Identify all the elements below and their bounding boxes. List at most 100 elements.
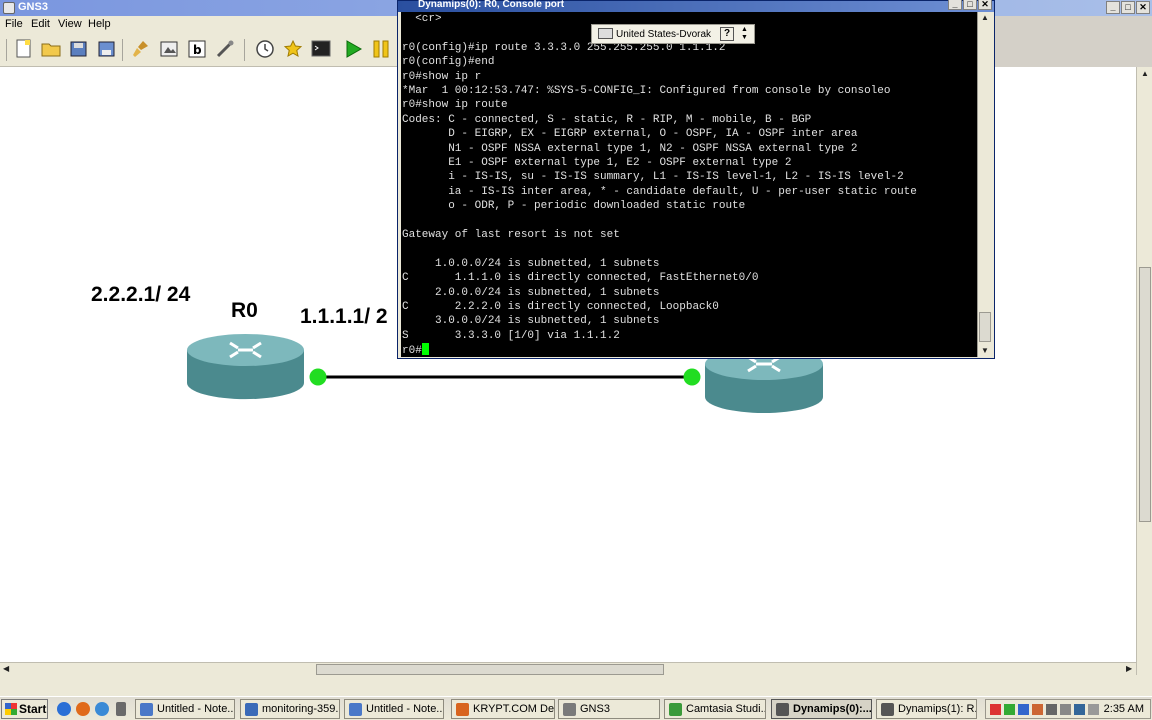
scroll-up-arrow-icon[interactable]: ▲ [1141, 69, 1149, 78]
toolbar-separator [6, 39, 7, 61]
terminal-line: Codes: C - connected, S - static, R - RI… [402, 113, 812, 126]
router-r0-name-label[interactable]: R0 [231, 299, 258, 323]
timer-clock-icon[interactable] [254, 38, 276, 60]
snapshot-icon[interactable] [158, 38, 180, 60]
taskbar-button[interactable]: Dynamips(0):... [771, 699, 872, 719]
terminal-line: r0(config)#end [402, 56, 495, 69]
firefox-quicklaunch-icon[interactable] [76, 702, 90, 716]
tray-shield-icon[interactable] [1074, 704, 1085, 715]
language-bar[interactable]: United States-Dvorak ? ▲ ▼ [591, 24, 755, 44]
tray-alert-icon[interactable] [990, 704, 1001, 715]
taskbar-button-label: Dynamips(0):... [793, 703, 872, 715]
taskbar-clock[interactable]: 2:35 AM [1104, 703, 1144, 715]
clear-brush-icon[interactable] [130, 38, 152, 60]
language-help-icon[interactable]: ? [720, 27, 734, 41]
link-ip-label[interactable]: 1.1.1.1/ 2 [300, 305, 397, 329]
taskbar-app-icon [881, 702, 894, 716]
taskbar-button[interactable]: Untitled - Note... [135, 699, 235, 719]
menu-help[interactable]: Help [88, 18, 111, 30]
terminal-line: 1.0.0.0/24 is subnetted, 1 subnets [402, 257, 660, 270]
router-r0-icon[interactable] [187, 334, 304, 400]
tray-app-icon[interactable] [1004, 704, 1015, 715]
taskbar-button-label: KRYPT.COM De... [473, 703, 555, 715]
new-project-icon[interactable] [13, 38, 35, 60]
terminal-line: r0#show ip r [402, 70, 482, 83]
terminal-line: 3.0.0.0/24 is subnetted, 1 subnets [402, 315, 660, 328]
console-titlebar[interactable]: Dynamips(0): R0, Console port _ □ ✕ [398, 0, 994, 12]
taskbar-button-label: GNS3 [580, 703, 610, 715]
interface-status-up-indicator [309, 368, 327, 386]
canvas-vertical-scrollbar[interactable]: ▲ [1136, 67, 1152, 675]
console-terminal-icon[interactable] [310, 38, 332, 60]
taskbar-button-label: Camtasia Studi... [686, 703, 766, 715]
maximize-button[interactable]: □ [1121, 1, 1135, 14]
start-button[interactable]: Start [1, 699, 48, 719]
taskbar-button[interactable]: Untitled - Note... [344, 699, 444, 719]
taskbar-button[interactable]: monitoring-359... [240, 699, 340, 719]
menu-view[interactable]: View [58, 18, 82, 30]
save-as-icon[interactable] [96, 38, 118, 60]
taskbar-app-icon [776, 702, 789, 716]
taskbar-button-label: Untitled - Note... [157, 703, 235, 715]
menu-file[interactable]: File [5, 18, 23, 30]
desktop: GNS3 _ □ ✕ File Edit View Help b 2.2.2.1… [0, 0, 1152, 720]
taskbar-app-icon [456, 702, 469, 716]
save-icon[interactable] [68, 38, 90, 60]
gns3-window-title: GNS3 [18, 1, 48, 13]
interface-labels-icon[interactable]: b [186, 38, 208, 60]
language-bar-options-icon[interactable]: ▲ ▼ [741, 26, 748, 42]
suspend-all-pause-icon[interactable] [370, 38, 392, 60]
ie-quicklaunch-icon[interactable] [57, 702, 71, 716]
tray-connection-icon[interactable] [1060, 704, 1071, 715]
status-bar [0, 675, 1152, 696]
open-folder-icon[interactable] [40, 38, 62, 60]
taskbar-button[interactable]: Dynamips(1): R... [876, 699, 977, 719]
console-maximize-button[interactable]: □ [963, 0, 977, 10]
taskbar-button-label: monitoring-359... [262, 703, 340, 715]
console-window[interactable]: Dynamips(0): R0, Console port _ □ ✕ <cr>… [397, 0, 995, 359]
link-cable-icon[interactable] [214, 38, 236, 60]
taskbar-button[interactable]: Camtasia Studi... [664, 699, 766, 719]
taskbar-button-label: Dynamips(1): R... [898, 703, 977, 715]
console-close-button[interactable]: ✕ [978, 0, 992, 10]
terminal-line: Gateway of last resort is not set [402, 229, 620, 242]
taskbar-button[interactable]: GNS3 [558, 699, 660, 719]
tray-camtasia-icon[interactable] [1032, 704, 1043, 715]
keyboard-icon [598, 28, 613, 39]
tray-network-icon[interactable] [1018, 704, 1029, 715]
terminal-line: S 3.3.3.0 [1/0] via 1.1.1.2 [402, 329, 620, 342]
tray-tools-icon[interactable] [1046, 704, 1057, 715]
terminal-line: *Mar 1 00:12:53.747: %SYS-5-CONFIG_I: Co… [402, 85, 891, 98]
menu-edit[interactable]: Edit [31, 18, 50, 30]
console-scroll-thumb[interactable] [979, 312, 991, 342]
gns3-app-icon [3, 2, 15, 14]
quicklaunch-overflow-icon[interactable] [116, 702, 126, 716]
terminal-cursor [421, 343, 429, 356]
taskbar-app-icon [140, 702, 153, 716]
console-scroll-up-arrow-icon[interactable]: ▲ [981, 13, 989, 22]
canvas-horizontal-scrollbar[interactable]: ◀ ▶ [0, 662, 1136, 675]
loopback-ip-label[interactable]: 2.2.2.1/ 24 [91, 283, 190, 307]
close-button[interactable]: ✕ [1136, 1, 1150, 14]
scroll-left-arrow-icon[interactable]: ◀ [3, 664, 9, 673]
scroll-right-arrow-icon[interactable]: ▶ [1126, 664, 1132, 673]
start-all-play-icon[interactable] [342, 38, 364, 60]
windows-taskbar: Start Untitled - Note... monitoring-359..… [0, 696, 1152, 720]
horizontal-scroll-thumb[interactable] [316, 664, 664, 675]
taskbar-button[interactable]: KRYPT.COM De... [451, 699, 555, 719]
keyboard-layout-label[interactable]: United States-Dvorak [616, 29, 711, 40]
terminal-output[interactable]: <cr> r0(config)#ip route 3.3.3.0 255.255.… [401, 12, 977, 357]
idle-pc-icon[interactable] [282, 38, 304, 60]
minimize-button[interactable]: _ [1106, 1, 1120, 14]
tray-volume-icon[interactable] [1088, 704, 1099, 715]
taskbar-app-icon [669, 702, 682, 716]
terminal-text: <cr> r0(config)#ip route 3.3.3.0 255.255.… [401, 12, 977, 343]
console-scroll-down-arrow-icon[interactable]: ▼ [981, 346, 989, 355]
console-minimize-button[interactable]: _ [948, 0, 962, 10]
browser-quicklaunch-icon[interactable] [95, 702, 109, 716]
vertical-scroll-thumb[interactable] [1139, 267, 1151, 522]
svg-text:b: b [193, 43, 202, 57]
terminal-prompt: r0# [402, 345, 422, 357]
terminal-line: C 1.1.1.0 is directly connected, FastEth… [402, 272, 759, 285]
console-vertical-scrollbar[interactable]: ▲ ▼ [977, 12, 992, 357]
